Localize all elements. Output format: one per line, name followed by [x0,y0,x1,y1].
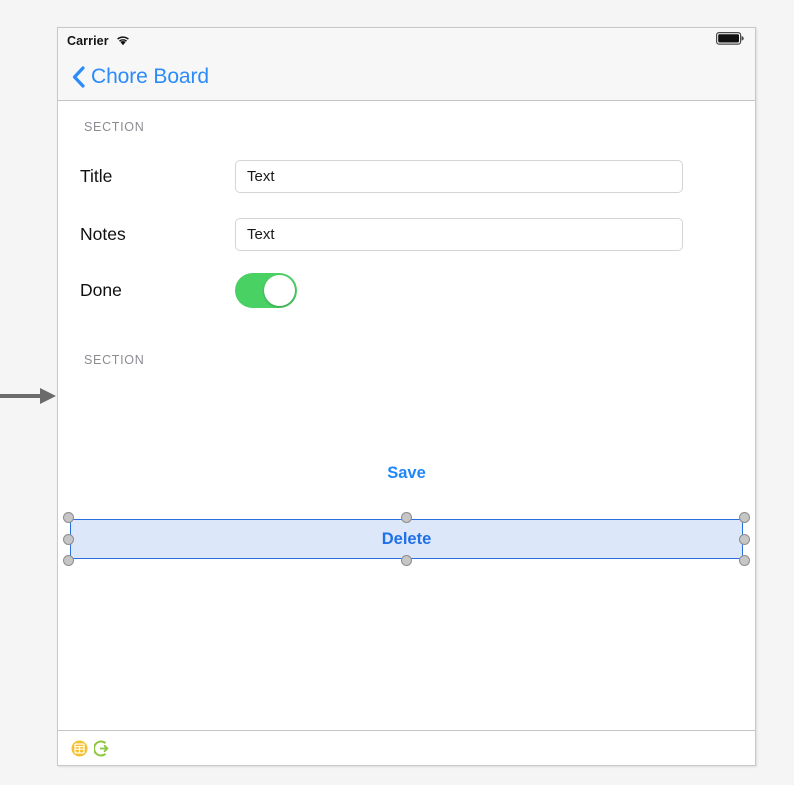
status-bar: Carrier [58,28,755,53]
save-button[interactable]: Save [58,464,755,483]
wifi-icon [116,35,130,46]
iphone-canvas: Carrier Chore Board SECTION Title Text N… [57,27,756,766]
delete-button-selection: Delete [63,512,750,566]
delete-button[interactable]: Delete [70,519,743,559]
view-controller-icon[interactable] [71,740,88,757]
back-button-label: Chore Board [91,64,209,88]
resize-handle-top-right[interactable] [739,512,750,523]
table-row: Title Text [58,156,755,196]
resize-handle-bottom-center[interactable] [401,555,412,566]
toggle-knob [264,274,295,306]
resize-handle-bottom-right[interactable] [739,555,750,566]
notes-label: Notes [80,223,126,244]
resize-handle-middle-right[interactable] [739,533,750,545]
table-row: Notes Text [58,214,755,254]
back-button[interactable]: Chore Board [72,65,209,89]
title-label: Title [80,165,113,186]
done-toggle[interactable] [235,272,297,308]
table-row: Done [58,270,755,310]
resize-handle-top-center[interactable] [401,512,412,523]
table-view: SECTION Title Text Notes Text Done SECTI… [58,101,755,731]
resize-handle-bottom-left[interactable] [63,555,74,566]
scene-dock [58,730,755,765]
carrier-label: Carrier [67,33,109,48]
notes-input[interactable]: Text [235,217,683,251]
exit-segue-icon[interactable] [93,740,111,757]
resize-handle-top-left[interactable] [63,512,74,523]
chevron-left-icon [72,65,85,88]
resize-handle-middle-left[interactable] [63,533,74,545]
section-header-two: SECTION [84,353,145,367]
section-header-one: SECTION [84,120,145,134]
done-label: Done [80,279,122,300]
annotation-arrow [0,385,58,407]
battery-full-icon [716,31,744,50]
navigation-bar: Chore Board [58,53,755,101]
title-input[interactable]: Text [235,159,683,193]
